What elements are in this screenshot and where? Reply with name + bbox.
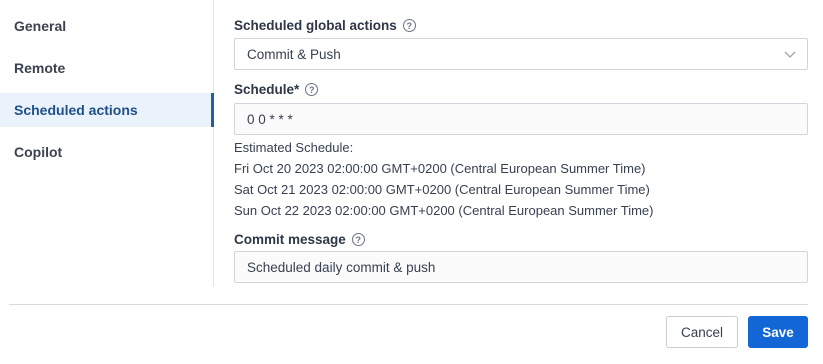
question-circle-icon[interactable]: ? <box>402 19 416 32</box>
schedule-label: Schedule* ? <box>234 82 319 97</box>
label-text: Schedule* <box>234 82 300 97</box>
question-circle-icon[interactable]: ? <box>305 83 319 96</box>
estimated-schedule-line: Sat Oct 21 2023 02:00:00 GMT+0200 (Centr… <box>234 182 650 197</box>
sidebar-item-general[interactable]: General <box>0 9 214 43</box>
commit-message-label: Commit message ? <box>234 232 365 247</box>
chevron-down-icon <box>784 51 796 58</box>
sidebar-item-label: Scheduled actions <box>14 102 138 118</box>
save-button[interactable]: Save <box>748 316 808 348</box>
estimated-schedule: Estimated Schedule: Fri Oct 20 2023 02:0… <box>234 137 653 221</box>
sidebar-item-label: Remote <box>14 60 66 76</box>
estimated-schedule-title: Estimated Schedule: <box>234 140 354 155</box>
sidebar-item-remote[interactable]: Remote <box>0 51 214 85</box>
footer-divider <box>9 304 808 305</box>
select-value: Commit & Push <box>247 46 341 62</box>
settings-dialog: General Remote Scheduled actions Copilot… <box>0 0 823 364</box>
sidebar-item-scheduled-actions[interactable]: Scheduled actions <box>0 93 214 127</box>
scheduled-actions-label: Scheduled global actions ? <box>234 18 416 33</box>
input-value: Scheduled daily commit & push <box>247 259 436 275</box>
scheduled-actions-select[interactable]: Commit & Push <box>234 38 808 70</box>
schedule-input[interactable]: 0 0 * * * <box>234 103 808 135</box>
estimated-schedule-line: Sun Oct 22 2023 02:00:00 GMT+0200 (Centr… <box>234 203 654 218</box>
question-circle-icon[interactable]: ? <box>351 233 365 246</box>
label-text: Commit message <box>234 232 346 247</box>
label-text: Scheduled global actions <box>234 18 397 33</box>
settings-sidebar: General Remote Scheduled actions Copilot <box>0 0 214 287</box>
commit-message-input[interactable]: Scheduled daily commit & push <box>234 251 808 283</box>
sidebar-item-label: General <box>14 18 67 34</box>
estimated-schedule-line: Fri Oct 20 2023 02:00:00 GMT+0200 (Centr… <box>234 161 646 176</box>
sidebar-item-copilot[interactable]: Copilot <box>0 135 214 169</box>
input-value: 0 0 * * * <box>247 111 293 127</box>
sidebar-item-label: Copilot <box>14 144 63 160</box>
cancel-button[interactable]: Cancel <box>666 316 738 348</box>
